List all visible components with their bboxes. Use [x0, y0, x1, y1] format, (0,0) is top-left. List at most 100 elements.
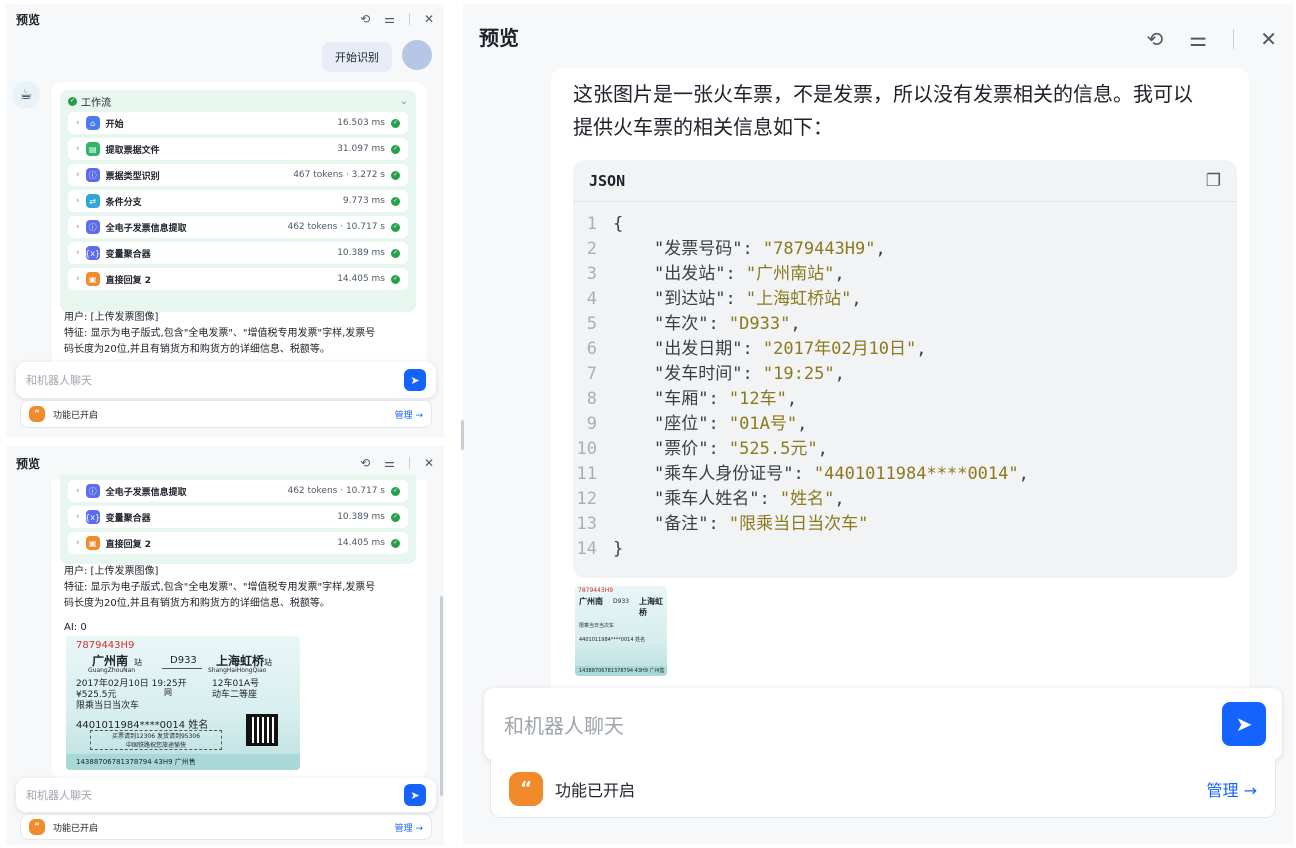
- send-button[interactable]: ➤: [404, 369, 426, 391]
- chat-input-box[interactable]: 和机器人聊天 ➤: [16, 362, 436, 398]
- divider: [408, 457, 410, 469]
- chevron-right-icon[interactable]: ›: [76, 512, 80, 522]
- refresh-icon[interactable]: ⟲: [360, 12, 370, 26]
- json-value: "上海虹桥站": [745, 289, 852, 309]
- close-icon[interactable]: ✕: [1260, 27, 1277, 51]
- chevron-right-icon[interactable]: ›: [76, 538, 80, 548]
- node-type-icon: ⓘ: [85, 220, 100, 234]
- code-line: 7 "发车时间": "19:25",: [573, 362, 1237, 387]
- chevron-right-icon[interactable]: ›: [76, 144, 80, 154]
- json-value: "525.5元": [728, 439, 818, 459]
- arrow-line: [162, 668, 202, 669]
- node-type-icon: {x}: [85, 510, 100, 524]
- settings-sliders-icon[interactable]: ⚌: [1189, 27, 1207, 51]
- workflow-step-row[interactable]: › {x} 变量聚合器 10.389 ms ✓: [68, 506, 408, 528]
- refresh-icon[interactable]: ⟲: [1147, 27, 1164, 51]
- from-station: 广州南: [579, 597, 603, 606]
- node-type-icon: ▣: [85, 536, 100, 550]
- check-icon: ✓: [391, 196, 400, 206]
- check-icon: ✓: [391, 274, 400, 284]
- workflow-header[interactable]: ✓ 工作流 ⌄: [60, 90, 416, 112]
- chevron-right-icon[interactable]: ›: [76, 248, 80, 258]
- send-button[interactable]: ➤: [1222, 702, 1266, 746]
- chevron-right-icon[interactable]: ›: [76, 118, 80, 128]
- ticket-number: 7879443H9: [76, 640, 135, 651]
- json-key: "备注": [653, 514, 709, 534]
- line-number: 9: [586, 414, 597, 434]
- text-line: 特征: 显示为电子版式,包含"全电发票"、"增值税专用发票"字样,发票号: [64, 328, 376, 339]
- workflow-step-row[interactable]: › ⇄ 条件分支 9.773 ms ✓: [68, 190, 408, 212]
- code-block-header: JSON ❐: [573, 160, 1237, 202]
- node-type-icon: ▤: [85, 142, 100, 156]
- chat-input-box[interactable]: 和机器人聊天 ➤: [16, 778, 436, 812]
- settings-sliders-icon[interactable]: ⚌: [384, 12, 395, 26]
- manage-link[interactable]: 管理 →: [395, 821, 423, 834]
- panel-header: 预览 ⟲ ⚌ ✕: [463, 4, 1293, 68]
- send-button[interactable]: ➤: [404, 784, 426, 806]
- bot-message-text: 用户: [上传发票图像] 特征: 显示为电子版式,包含"全电发票"、"增值税专用…: [64, 310, 420, 358]
- ticket-price-suffix: 网: [164, 688, 172, 697]
- panel-title: 预览: [479, 25, 519, 50]
- node-type-icon: ⓘ: [85, 168, 100, 182]
- train-ticket-thumbnail[interactable]: 7879443H9 广州南 D933 上海虹桥 限乘当日当次车 44010119…: [575, 586, 667, 676]
- copy-icon[interactable]: ❐: [1206, 171, 1221, 191]
- workflow-step-row[interactable]: › ⓘ 全电子发票信息提取 462 tokens · 10.717 s ✓: [68, 480, 408, 502]
- text-line: 特征: 显示为电子版式,包含"全电发票"、"增值税专用发票"字样,发票号: [64, 582, 376, 593]
- feature-label: 功能已开启: [53, 410, 99, 421]
- step-meta: 16.503 ms: [337, 118, 385, 128]
- ticket-slogan: 中国铁路祝您旅途愉快: [125, 742, 186, 749]
- step-meta: 462 tokens · 10.717 s: [287, 486, 385, 496]
- line-number: 3: [586, 264, 597, 284]
- chat-input-box[interactable]: 和机器人聊天 ➤: [484, 688, 1282, 760]
- text-line: 用户: [上传发票图像]: [64, 312, 159, 323]
- ticket-note: 限乘当日当次车: [76, 701, 140, 711]
- chevron-right-icon[interactable]: ›: [76, 170, 80, 180]
- json-comma: ,: [786, 389, 798, 409]
- code-line: 10 "票价": "525.5元",: [573, 437, 1237, 462]
- workflow-step-row[interactable]: › {x} 变量聚合器 10.389 ms ✓: [68, 242, 408, 264]
- from-pinyin: GuangZhouNan: [88, 667, 136, 674]
- feature-label: 功能已开启: [555, 780, 636, 800]
- scrollbar[interactable]: [440, 596, 443, 796]
- chevron-right-icon[interactable]: ›: [76, 196, 80, 206]
- workflow-step-row[interactable]: › ⓘ 全电子发票信息提取 462 tokens · 10.717 s ✓: [68, 216, 408, 238]
- text-line: 码长度为20位,并且有销货方和购货方的详细信息、税额等。: [64, 598, 330, 609]
- chevron-right-icon[interactable]: ›: [76, 222, 80, 232]
- settings-sliders-icon[interactable]: ⚌: [384, 456, 395, 470]
- workflow-step-row[interactable]: › ▤ 提取票据文件 31.097 ms ✓: [68, 138, 408, 160]
- text-line: 用户: [上传发票图像]: [64, 566, 159, 577]
- manage-link[interactable]: 管理 →: [1207, 777, 1258, 801]
- ticket-serial: 14388706781378794 43H9 广州售: [575, 666, 667, 676]
- train-ticket-image[interactable]: 7879443H9 广州南站 GuangZhouNan D933 上海虹桥站 S…: [66, 636, 300, 770]
- code-line: 2 "发票号码": "7879443H9",: [573, 237, 1237, 262]
- ticket-id: 4401011984****0014 姓名: [76, 720, 209, 731]
- workflow-step-row[interactable]: › ⌂ 开始 16.503 ms ✓: [68, 112, 408, 134]
- quote-icon: “: [29, 406, 45, 422]
- workflow-step-row[interactable]: › ▣ 直接回复 2 14.405 ms ✓: [68, 532, 408, 554]
- from-suffix: 站: [134, 658, 143, 667]
- check-icon: ✓: [391, 512, 400, 522]
- chevron-right-icon[interactable]: ›: [76, 486, 80, 496]
- code-bracket: {: [613, 214, 624, 234]
- check-icon: ✓: [391, 222, 400, 232]
- workflow-panel: ✓ 工作流 ⌄ › ⌂ 开始 16.503 ms ✓ › ▤ 提取票据文件 31.097 ms ✓…: [60, 90, 416, 312]
- close-icon[interactable]: ✕: [424, 12, 434, 26]
- chevron-down-icon[interactable]: ⌄: [400, 96, 408, 107]
- step-name: 变量聚合器: [105, 513, 151, 524]
- json-key: "票价": [653, 439, 709, 459]
- to-pinyin: ShangHaiHongQiao: [208, 667, 267, 674]
- divider-handle[interactable]: [461, 420, 464, 450]
- code-line: 12 "乘车人姓名": "姓名",: [573, 487, 1237, 512]
- refresh-icon[interactable]: ⟲: [360, 456, 370, 470]
- chevron-right-icon[interactable]: ›: [76, 274, 80, 284]
- text-line: 码长度为20位,并且有销货方和购货方的详细信息、税额等。: [64, 344, 330, 355]
- code-line: 8 "车厢": "12车",: [573, 387, 1237, 412]
- json-key: "出发站": [653, 264, 726, 284]
- code-line: 4 "到达站": "上海虹桥站",: [573, 287, 1237, 312]
- workflow-step-row[interactable]: › ▣ 直接回复 2 14.405 ms ✓: [68, 268, 408, 290]
- workflow-step-row[interactable]: › ⓘ 票据类型识别 467 tokens · 3.272 s ✓: [68, 164, 408, 186]
- line-number: 5: [586, 314, 597, 334]
- panel-title: 预览: [16, 12, 41, 27]
- close-icon[interactable]: ✕: [424, 456, 434, 470]
- manage-link[interactable]: 管理 →: [395, 408, 423, 421]
